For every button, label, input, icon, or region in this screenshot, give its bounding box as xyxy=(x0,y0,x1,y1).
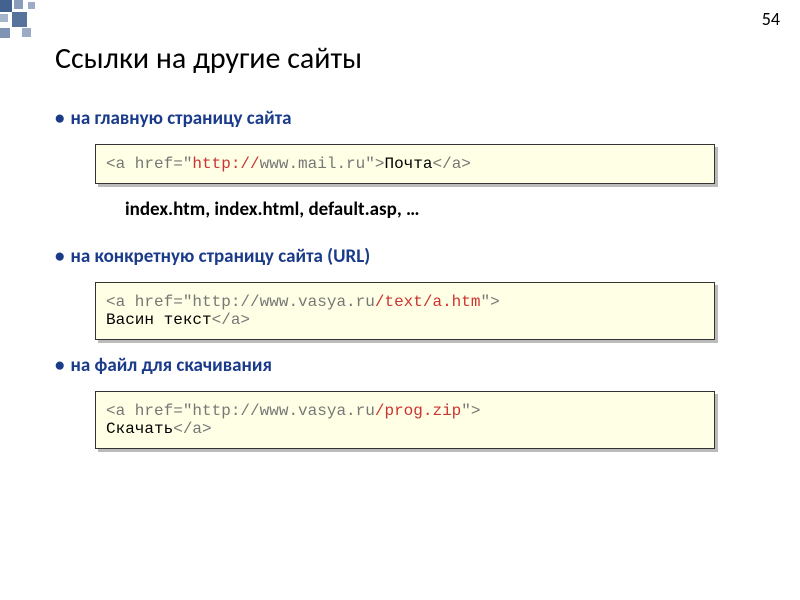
bullet-item-2: • на конкретную страницу сайта (URL) <a … xyxy=(55,245,745,340)
code-box-2: <a href="http://www.vasya.ru/text/a.htm"… xyxy=(95,282,715,340)
bullet-item-3: • на файл для скачивания <a href="http:/… xyxy=(55,354,745,449)
code-seg: </a> xyxy=(212,311,250,329)
bullet-text-2: на конкретную страницу сайта (URL) xyxy=(70,245,370,268)
code-seg: /text/a.htm xyxy=(375,293,481,311)
code-seg: "> xyxy=(365,155,384,173)
bullet-label-2: • на конкретную страницу сайта (URL) xyxy=(55,245,745,268)
bullet-dot: • xyxy=(55,354,64,377)
code-seg: http://www.vasya.ru xyxy=(192,293,374,311)
code-seg: </a> xyxy=(173,420,211,438)
code-seg: Почта xyxy=(384,155,432,173)
bullet-text-1: на главную страницу сайта xyxy=(70,107,291,130)
code-seg: "> xyxy=(480,293,499,311)
code-seg: http://www.vasya.ru xyxy=(192,402,374,420)
code-box-3: <a href="http://www.vasya.ru/prog.zip"> С… xyxy=(95,391,715,449)
code-seg: /prog.zip xyxy=(375,402,461,420)
code-box-1: <a href="http://www.mail.ru">Почта</a> xyxy=(95,144,715,184)
code-seg: </a> xyxy=(432,155,470,173)
code-seg: www.mail.ru xyxy=(260,155,366,173)
bullet-item-1: • на главную страницу сайта <a href="htt… xyxy=(55,107,745,221)
sub-note-1: index.htm, index.html, default.asp, … xyxy=(125,198,745,221)
bullet-label-3: • на файл для скачивания xyxy=(55,354,745,377)
slide-number: 54 xyxy=(762,8,780,30)
code-seg: <a href=" xyxy=(106,155,192,173)
bullet-label-1: • на главную страницу сайта xyxy=(55,107,745,130)
bullet-text-3: на файл для скачивания xyxy=(70,354,271,377)
slide-content: Ссылки на другие сайты • на главную стра… xyxy=(0,0,800,449)
code-seg: <a href=" xyxy=(106,293,192,311)
bullet-dot: • xyxy=(55,107,64,130)
corner-decoration xyxy=(0,0,70,50)
code-seg: Васин текст xyxy=(106,311,212,329)
code-seg: http:// xyxy=(192,155,259,173)
code-seg: "> xyxy=(461,402,480,420)
slide-title: Ссылки на другие сайты xyxy=(55,40,745,77)
code-seg: <a href=" xyxy=(106,402,192,420)
bullet-dot: • xyxy=(55,245,64,268)
code-seg: Скачать xyxy=(106,420,173,438)
